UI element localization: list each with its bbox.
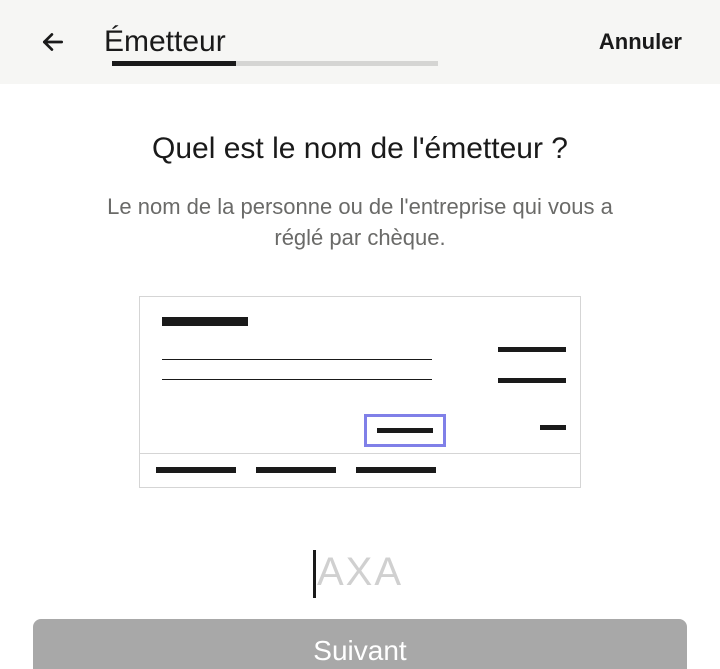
cheque-emitter-highlight xyxy=(364,414,446,447)
question-heading: Quel est le nom de l'émetteur ? xyxy=(40,132,680,166)
cancel-button[interactable]: Annuler xyxy=(599,29,682,55)
header: Émetteur Annuler xyxy=(0,0,720,84)
title-section: Émetteur xyxy=(104,25,563,59)
cheque-illustration xyxy=(139,296,581,488)
emitter-input-placeholder: AXA xyxy=(317,550,403,595)
subtitle-text: Le nom de la personne ou de l'entreprise… xyxy=(100,192,620,254)
emitter-input-wrapper[interactable]: AXA xyxy=(40,550,680,595)
back-arrow-icon[interactable] xyxy=(38,27,68,57)
next-button[interactable]: Suivant xyxy=(33,619,687,669)
page-title: Émetteur xyxy=(104,25,563,59)
text-cursor xyxy=(313,550,316,598)
progress-bar xyxy=(112,61,438,66)
progress-fill xyxy=(112,61,236,66)
content: Quel est le nom de l'émetteur ? Le nom d… xyxy=(0,84,720,595)
